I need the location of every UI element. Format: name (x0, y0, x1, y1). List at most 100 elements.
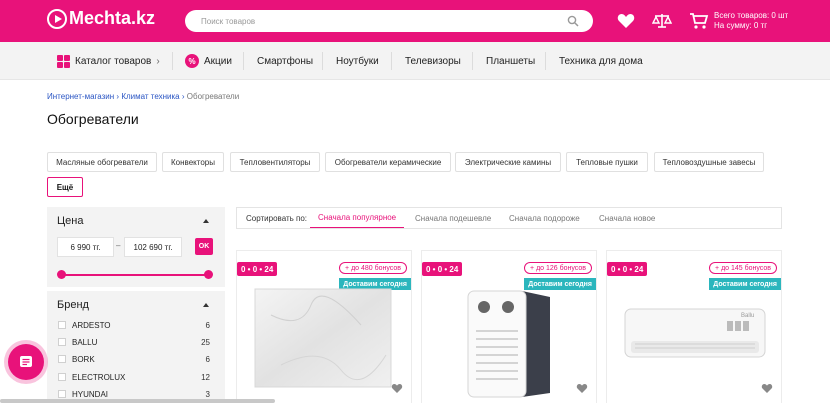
bonus-badge: + до 126 бонусов (524, 262, 592, 274)
percent-icon: % (185, 54, 199, 68)
nav-item-tablets[interactable]: Планшеты (486, 42, 535, 80)
category-chip[interactable]: Тепловые пушки (566, 152, 648, 172)
nav-item-label: Ноутбуки (336, 55, 379, 67)
checkbox[interactable] (58, 373, 66, 381)
nav-item-laptops[interactable]: Ноутбуки (336, 42, 379, 80)
catalog-grid-icon (57, 54, 70, 68)
checkbox[interactable] (58, 338, 66, 346)
brand-count: 6 (205, 320, 210, 330)
price-slider-track[interactable] (61, 274, 209, 276)
chat-icon (20, 356, 32, 367)
heart-favorites-icon[interactable] (616, 11, 636, 31)
brand-option[interactable]: BALLU 25 (58, 336, 210, 348)
top-header: Mechta.kz Всего товаров: 0 шт На сумму: … (0, 0, 830, 42)
breadcrumb: Интернет-магазин › Климат техника › Обог… (47, 92, 240, 101)
installment-badge: 0 • 0 • 24 (607, 262, 648, 276)
nav-item-smartphones[interactable]: Смартфоны (257, 42, 313, 80)
category-chip[interactable]: Конвекторы (162, 152, 224, 172)
price-separator: – (116, 241, 121, 250)
brand-option[interactable]: ELECTROLUX 12 (58, 371, 210, 383)
show-more-categories-button[interactable]: Ещё (47, 177, 83, 197)
nav-item-label: Планшеты (486, 55, 536, 67)
sort-option-newest[interactable]: Сначала новое (599, 208, 655, 228)
sort-option-cheaper[interactable]: Сначала подешевле (415, 208, 491, 228)
checkbox[interactable] (58, 321, 66, 329)
product-image (467, 290, 550, 398)
favorite-heart-icon[interactable] (576, 382, 588, 394)
product-card[interactable]: 0 • 0 • 24 + до 480 бонусов Доставим сег… (236, 250, 412, 403)
sort-option-expensive[interactable]: Сначала подороже (509, 208, 580, 228)
breadcrumb-current: Обогреватели (186, 92, 240, 101)
brand-name: ELECTROLUX (72, 372, 126, 382)
bonus-badge: + до 145 бонусов (709, 262, 777, 274)
sort-option-popular[interactable]: Сначала популярное (310, 208, 405, 228)
brand-name: BORK (72, 354, 95, 364)
price-slider-min-handle[interactable] (57, 270, 66, 279)
nav-item-home-appliances[interactable]: Техника для дома (559, 42, 643, 80)
play-logo-icon (47, 8, 67, 29)
category-chip[interactable]: Тепловоздушные завесы (654, 152, 764, 172)
chat-button[interactable] (8, 344, 44, 380)
delivery-badge: Доставим сегодня (709, 278, 781, 290)
brand-count: 3 (205, 389, 210, 399)
collapse-caret-icon[interactable] (203, 303, 209, 307)
installment-badge: 0 • 0 • 24 (237, 262, 278, 276)
search-input[interactable] (185, 10, 525, 32)
compare-scales-icon[interactable] (652, 11, 672, 31)
search-icon[interactable] (567, 15, 579, 27)
breadcrumb-link[interactable]: Климат техника (121, 92, 179, 101)
product-image: Ballu (624, 308, 766, 358)
nav-item-label: Телевизоры (405, 55, 461, 67)
nav-item-label: Смартфоны (257, 55, 314, 67)
cart-icon[interactable] (689, 11, 709, 31)
cart-summary[interactable]: Всего товаров: 0 шт На сумму: 0 тг (714, 11, 788, 31)
cart-total-sum: На сумму: 0 тг (714, 21, 768, 30)
brand-count: 6 (205, 354, 210, 364)
category-chip[interactable]: Масляные обогреватели (47, 152, 157, 172)
nav-item-promo-label: Акции (204, 55, 232, 67)
nav-item-tvs[interactable]: Телевизоры (405, 42, 461, 80)
favorite-heart-icon[interactable] (391, 382, 403, 394)
product-image (254, 288, 392, 388)
sort-label: Сортировать по: (246, 213, 308, 223)
category-chip[interactable]: Электрические камины (455, 152, 561, 172)
chevron-right-icon: › (156, 55, 160, 67)
category-chip[interactable]: Обогреватели керамические (325, 152, 451, 172)
logo-text: Mechta.kz (69, 8, 156, 28)
brand-count: 12 (201, 372, 210, 382)
collapse-caret-icon[interactable] (203, 219, 209, 223)
price-min-input[interactable]: 6 990 тг. (57, 237, 114, 257)
cart-items-count: Всего товаров: 0 шт (714, 11, 789, 20)
price-max-input[interactable]: 102 690 тг. (124, 237, 182, 257)
search-bar (185, 10, 593, 32)
category-chip[interactable]: Тепловентиляторы (230, 152, 320, 172)
product-brand-label: Ballu (741, 313, 754, 319)
logo[interactable]: Mechta.kz (47, 8, 155, 29)
price-slider-max-handle[interactable] (204, 270, 213, 279)
breadcrumb-link[interactable]: Интернет-магазин (47, 92, 114, 101)
product-card[interactable]: 0 • 0 • 24 + до 126 бонусов Доставим сег… (421, 250, 597, 403)
catalog-menu-button[interactable]: Каталог товаров › (57, 42, 160, 80)
nav-item-promo[interactable]: % Акции (185, 42, 232, 80)
catalog-label: Каталог товаров (75, 55, 152, 67)
nav-item-label: Техника для дома (559, 55, 643, 67)
price-filter-title: Цена (57, 215, 84, 227)
installment-badge: 0 • 0 • 24 (422, 262, 463, 276)
brand-filter-title: Бренд (57, 299, 89, 311)
brand-name: BALLU (72, 337, 98, 347)
brand-option[interactable]: ARDESTO 6 (58, 319, 210, 331)
price-ok-button[interactable]: OK (195, 238, 213, 255)
brand-count: 25 (201, 337, 210, 347)
page-title: Обогреватели (47, 111, 139, 127)
brand-name: HYUNDAI (72, 389, 109, 399)
product-card[interactable]: 0 • 0 • 24 + до 145 бонусов Доставим сег… (606, 250, 782, 403)
checkbox[interactable] (58, 355, 66, 363)
brand-option[interactable]: BORK 6 (58, 353, 210, 365)
bonus-badge: + до 480 бонусов (339, 262, 407, 274)
brand-name: ARDESTO (72, 320, 111, 330)
main-nav: Каталог товаров › % Акции Смартфоны Ноут… (0, 42, 830, 80)
favorite-heart-icon[interactable] (761, 382, 773, 394)
checkbox[interactable] (58, 390, 66, 398)
sort-bar: Сортировать по: Сначала популярное Снача… (236, 207, 782, 229)
horizontal-scrollbar[interactable] (0, 399, 275, 403)
